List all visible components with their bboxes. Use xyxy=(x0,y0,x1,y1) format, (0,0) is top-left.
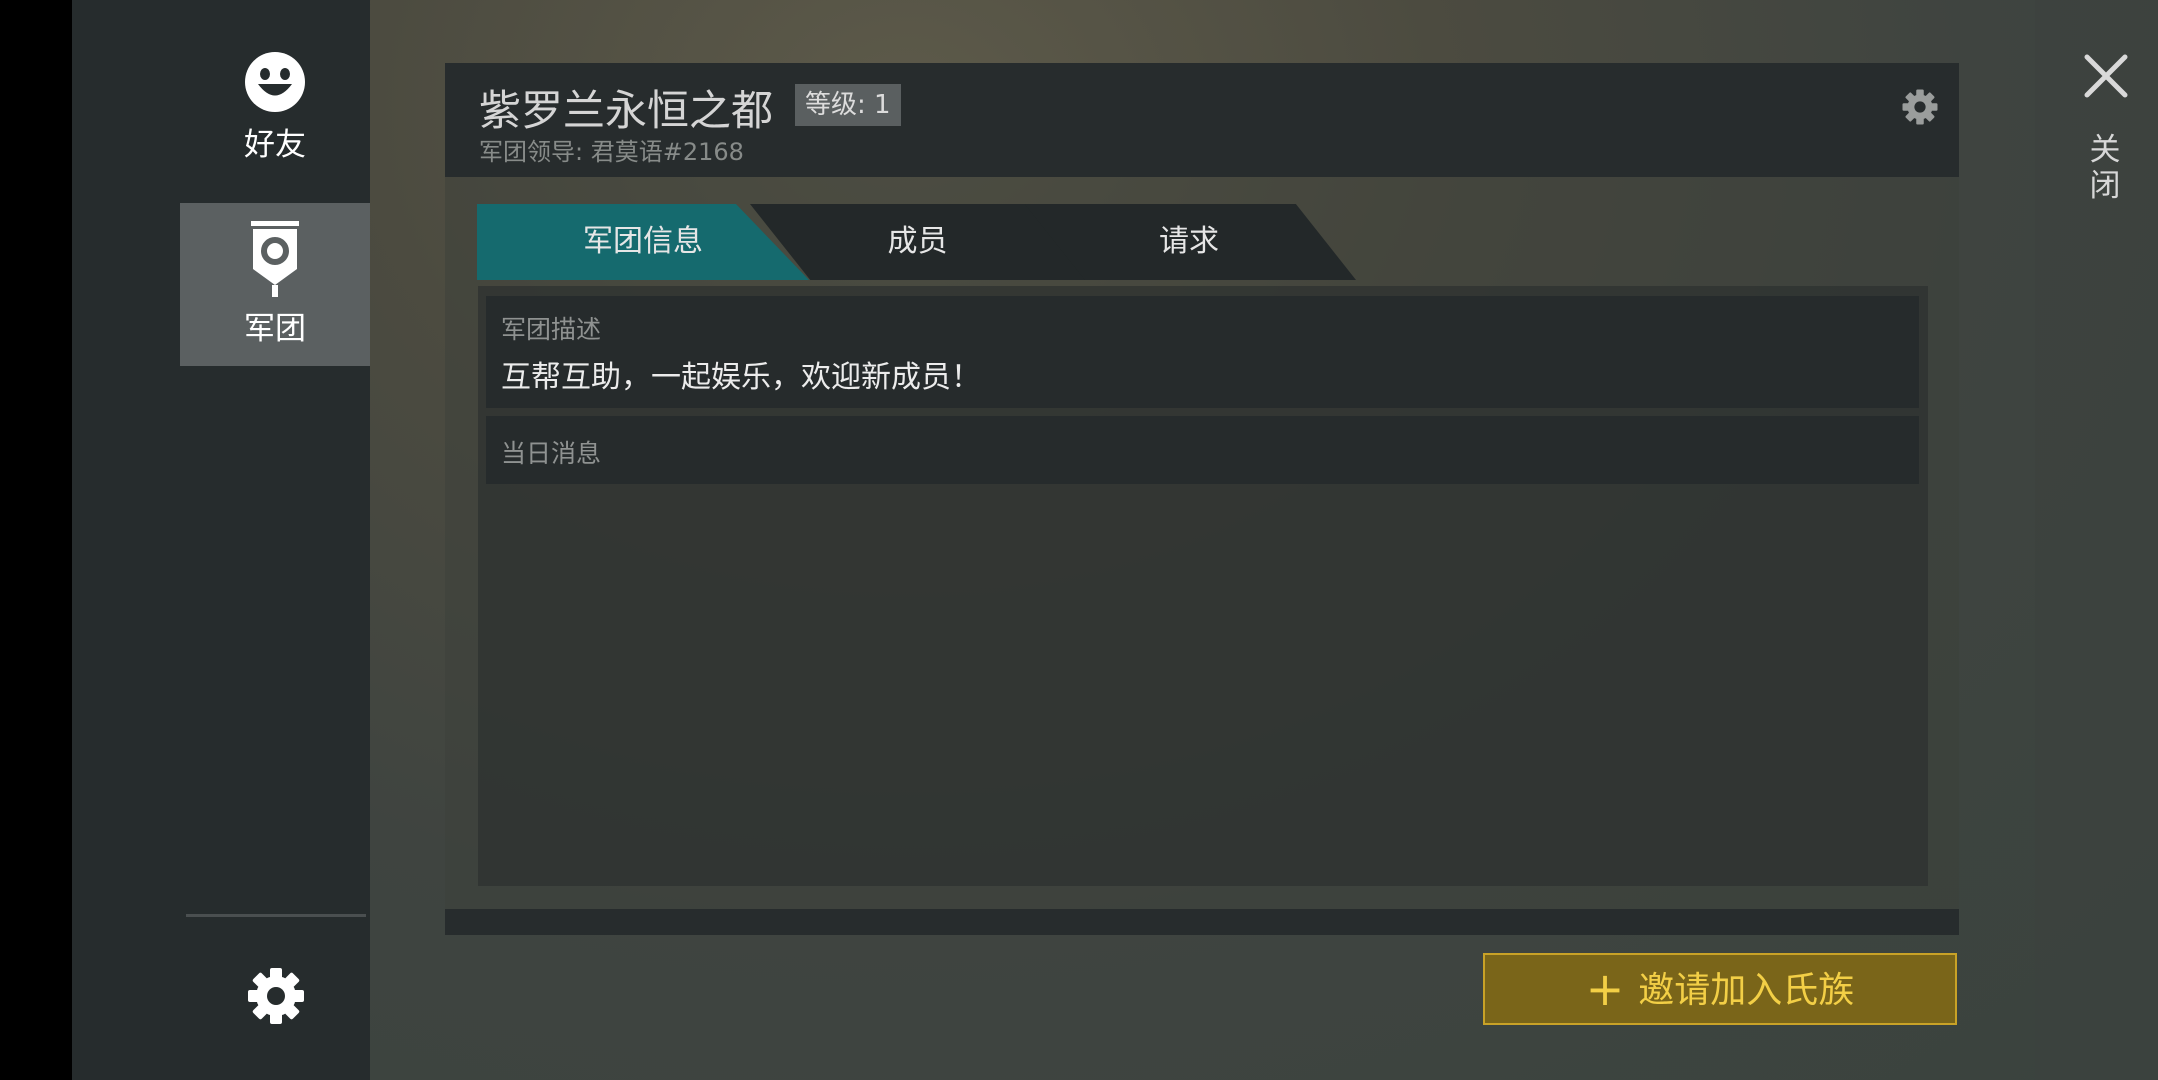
description-label: 军团描述 xyxy=(501,315,602,344)
clan-settings-gear-icon[interactable] xyxy=(1900,87,1940,127)
description-row: 军团描述 互帮互助，一起娱乐，欢迎新成员！ xyxy=(486,296,1919,408)
clan-leader: 军团领导: 君莫语#2168 xyxy=(479,138,744,166)
invite-to-clan-button[interactable]: + 邀请加入氏族 xyxy=(1483,953,1957,1025)
smiley-icon xyxy=(245,52,305,112)
sidebar-divider xyxy=(186,914,366,917)
level-badge: 等级: 1 xyxy=(795,84,901,126)
sidebar-item-label: 军团 xyxy=(244,311,306,347)
sidebar-item-label: 好友 xyxy=(244,127,306,163)
sidebar-item-legion[interactable]: 军团 xyxy=(180,203,370,366)
tab-label: 军团信息 xyxy=(583,224,703,259)
invite-button-label: 邀请加入氏族 xyxy=(1638,970,1855,1011)
plus-icon: + xyxy=(1585,962,1625,1016)
clan-name: 紫罗兰永恒之都 xyxy=(479,86,774,135)
settings-gear-icon[interactable] xyxy=(244,964,308,1028)
motd-row: 当日消息 xyxy=(486,416,1919,484)
close-icon[interactable] xyxy=(2083,53,2129,99)
clan-header: 紫罗兰永恒之都 等级: 1 军团领导: 君莫语#2168 xyxy=(445,63,1959,177)
screen-edge xyxy=(0,0,72,1080)
description-text: 互帮互助，一起娱乐，欢迎新成员！ xyxy=(501,360,981,395)
legion-banner-icon xyxy=(251,221,299,297)
tab-label: 请求 xyxy=(1159,224,1219,259)
motd-label: 当日消息 xyxy=(501,439,602,468)
panel-footer xyxy=(445,909,1959,935)
sidebar-item-friends[interactable]: 好友 xyxy=(180,45,370,175)
close-label[interactable]: 关闭 xyxy=(2088,132,2122,204)
tab-label: 成员 xyxy=(887,224,948,259)
